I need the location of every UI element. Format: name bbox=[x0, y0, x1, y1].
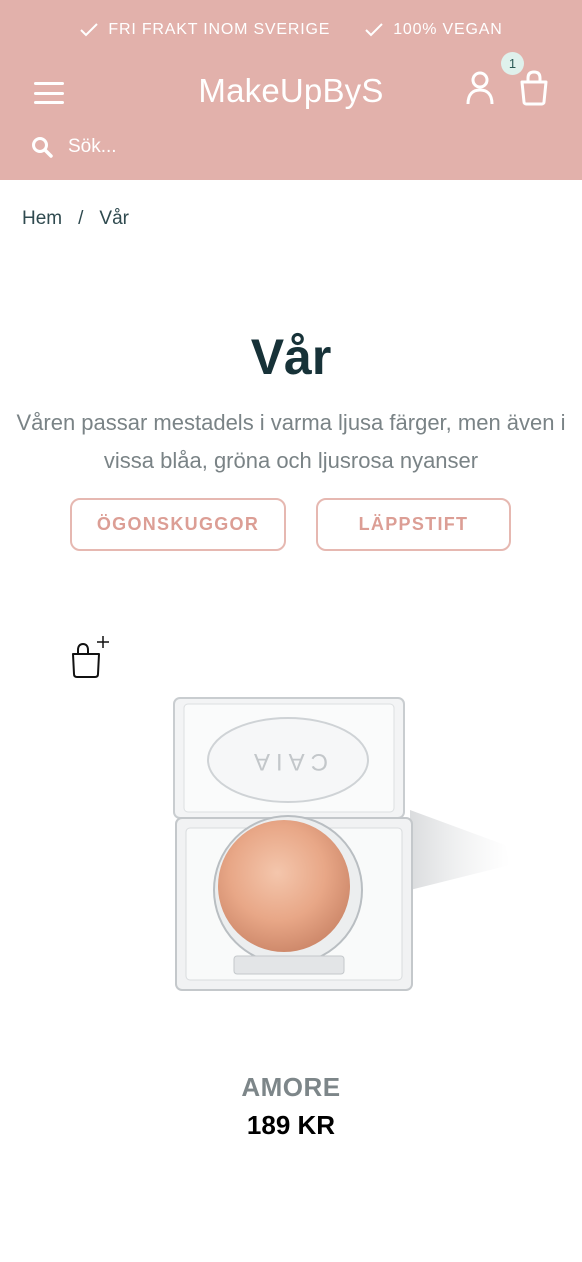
check-icon bbox=[80, 23, 99, 37]
check-icon bbox=[365, 23, 383, 37]
search-bar[interactable] bbox=[30, 130, 330, 164]
breadcrumb-separator: / bbox=[78, 208, 84, 229]
usp-vegan: 100% VEGAN bbox=[364, 18, 502, 42]
breadcrumb-current: Vår bbox=[99, 208, 129, 229]
site-header: FRI FRAKT INOM SVERIGE 100% VEGAN MakeUp… bbox=[0, 0, 582, 180]
cart-count-badge: 1 bbox=[501, 52, 524, 75]
usp-label: FRI FRAKT INOM SVERIGE bbox=[108, 21, 331, 38]
search-input[interactable] bbox=[68, 136, 308, 158]
usp-bar: FRI FRAKT INOM SVERIGE 100% VEGAN bbox=[0, 18, 582, 42]
page-title: Vår bbox=[250, 329, 332, 385]
account-icon[interactable] bbox=[464, 70, 496, 106]
cart-bag-icon[interactable] bbox=[516, 70, 552, 106]
add-to-cart-icon[interactable] bbox=[68, 630, 114, 680]
breadcrumb: Hem / Vår bbox=[22, 208, 129, 230]
product-price: 189 KR bbox=[246, 1110, 336, 1140]
brand-embossed-text: CAIA bbox=[248, 748, 328, 775]
collection-description: Våren passar mestadels i varma ljusa fär… bbox=[16, 410, 566, 473]
hamburger-menu-icon[interactable] bbox=[34, 80, 64, 106]
logo-link[interactable]: MakeUpByS bbox=[198, 72, 383, 109]
usp-free-shipping: FRI FRAKT INOM SVERIGE bbox=[79, 18, 330, 42]
product-name[interactable]: AMORE bbox=[0, 1072, 582, 1103]
breadcrumb-home-link[interactable]: Hem bbox=[22, 208, 62, 230]
usp-label: 100% VEGAN bbox=[393, 21, 503, 38]
eyeshadow-category-button[interactable]: ÖGONSKUGGOR bbox=[70, 498, 286, 551]
lipstick-category-button[interactable]: LÄPPSTIFT bbox=[316, 498, 511, 551]
search-icon bbox=[32, 137, 53, 158]
product-image[interactable]: CAIA bbox=[160, 690, 520, 1000]
